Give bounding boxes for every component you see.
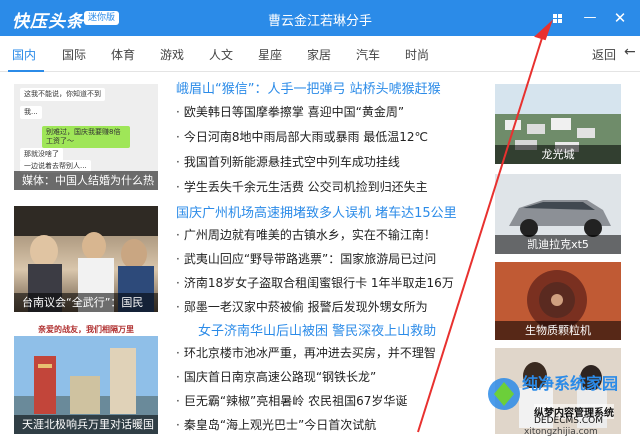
chat-bubble: 别难过，国庆我要赚8倍工资了～ xyxy=(42,126,130,148)
news-item[interactable]: · 我国首列新能源悬挂式空中列车成功挂线 xyxy=(176,153,400,170)
news-thumb-cadillac[interactable]: 凯迪拉克xt5 xyxy=(495,174,621,254)
watermark-url: xitongzhijia.com xyxy=(524,427,598,437)
news-text: 今日河南8地中雨局部大雨或暴雨 最低温12℃ xyxy=(183,130,429,144)
category-tabs: 国内 国际 体育 游戏 人文 星座 家居 汽车 时尚 返回 ← xyxy=(0,36,640,72)
news-item[interactable]: · 济南18岁女子盗取合租闺蜜银行卡 1年半取走16万 xyxy=(176,274,454,291)
headline-link[interactable]: 女子济南华山后山被困 警民深夜上山救助 xyxy=(198,320,436,339)
tab-games[interactable]: 游戏 xyxy=(160,46,184,63)
thumb-banner: 亲爱的战友，我们相隔万里 xyxy=(38,325,134,334)
news-thumb-chat[interactable]: 这我不能说，你知道不到 我... 别难过，国庆我要赚8倍工资了～ 那就没啥了 一… xyxy=(14,84,158,190)
news-text: 巨无霸“辣椒”亮相暑岭 农民祖国67岁华诞 xyxy=(183,394,408,408)
watermark-overlay-url: DEDECMS.COM xyxy=(534,416,603,426)
headline-text: 女子济南华山后山被困 警民深夜上山救助 xyxy=(198,324,437,339)
news-item[interactable]: · 国庆首日南京高速公路现“钢铁长龙” xyxy=(176,368,376,385)
news-text: 武夷山回应“野导带路逃票”：国家旅游局已过问 xyxy=(183,252,437,266)
news-item[interactable]: · 巨无霸“辣椒”亮相暑岭 农民祖国67岁华诞 xyxy=(176,392,407,409)
news-text: 学生丢失千余元生活费 公交司机捡到归还失主 xyxy=(183,180,428,194)
news-item[interactable]: · 学生丢失千余元生活费 公交司机捡到归还失主 xyxy=(176,178,428,195)
tab-horoscope[interactable]: 星座 xyxy=(258,46,282,63)
news-thumb-longguang[interactable]: 龙光城 xyxy=(495,84,621,164)
headline-link[interactable]: 国庆广州机场高速拥堵致多人误机 堵车达15公里 xyxy=(176,202,457,221)
thumb-caption: 生物质颗粒机 xyxy=(495,321,621,340)
news-item[interactable]: · 秦皇岛“海上观光巴士”今日首次试航 xyxy=(176,416,376,433)
headline-text: 国庆广州机场高速拥堵致多人误机 堵车达15公里 xyxy=(176,206,457,221)
bullet-icon: · xyxy=(176,155,180,169)
news-thumb-tower[interactable]: 亲爱的战友，我们相隔万里 天涯北极响兵万里对话暖国 xyxy=(14,322,158,434)
close-button[interactable]: ✕ xyxy=(610,8,630,28)
bullet-icon: · xyxy=(176,370,180,384)
news-item[interactable]: · 欧美韩日等国摩拳擦掌 喜迎中国“黄金周” xyxy=(176,103,404,120)
thumb-caption: 台南议会“全武行”：国民 xyxy=(14,293,158,312)
news-item[interactable]: · 广州周边就有唯美的古镇水乡，实在不输江南！ xyxy=(176,226,436,243)
grid-icon xyxy=(552,14,562,23)
bullet-icon: · xyxy=(176,394,180,408)
news-item[interactable]: · 郧墨一老汉家中菸被偷 报警后发现外甥女所为 xyxy=(176,298,428,315)
news-text: 我国首列新能源悬挂式空中列车成功挂线 xyxy=(183,155,400,169)
news-text: 秦皇岛“海上观光巴士”今日首次试航 xyxy=(183,418,377,432)
bullet-icon: · xyxy=(176,130,180,144)
tab-sports[interactable]: 体育 xyxy=(111,46,135,63)
watermark: 纯净系统家园 纵梦内容管理系统 DEDECMS.COM xitongzhijia… xyxy=(478,368,640,439)
chat-bubble: 这我不能说，你知道不到 xyxy=(20,88,105,101)
news-item[interactable]: · 环北京楼市池冰严重，再冲进去买房，并不理智 xyxy=(176,344,436,361)
news-text: 广州周边就有唯美的古镇水乡，实在不输江南！ xyxy=(183,228,436,242)
tab-humanities[interactable]: 人文 xyxy=(209,46,233,63)
tab-domestic[interactable]: 国内 xyxy=(12,46,36,63)
minimize-button[interactable]: — xyxy=(580,8,600,28)
thumb-caption: 凯迪拉克xt5 xyxy=(495,235,621,254)
news-item[interactable]: · 今日河南8地中雨局部大雨或暴雨 最低温12℃ xyxy=(176,128,428,145)
headline-text: 峨眉山“猴信”：人手一把弹弓 站桥头唬猴赶猴 xyxy=(176,82,441,97)
window-title[interactable]: 曹云金江若琳分手 xyxy=(0,10,640,29)
tab-fashion[interactable]: 时尚 xyxy=(405,46,429,63)
bullet-icon: · xyxy=(176,346,180,360)
bullet-icon: · xyxy=(176,276,180,290)
watermark-title: 纯净系统家园 xyxy=(522,374,619,393)
news-text: 济南18岁女子盗取合租闺蜜银行卡 1年半取走16万 xyxy=(183,276,454,290)
news-text: 欧美韩日等国摩拳擦掌 喜迎中国“黄金周” xyxy=(183,105,405,119)
thumb-caption: 天涯北极响兵万里对话暖国 xyxy=(14,415,158,434)
bullet-icon: · xyxy=(176,228,180,242)
site-logo-icon xyxy=(488,378,520,410)
thumb-caption: 龙光城 xyxy=(495,145,621,164)
bullet-icon: · xyxy=(176,180,180,194)
bullet-icon: · xyxy=(176,252,180,266)
active-tab-indicator xyxy=(8,70,44,72)
bullet-icon: · xyxy=(176,105,180,119)
news-item[interactable]: · 武夷山回应“野导带路逃票”：国家旅游局已过问 xyxy=(176,250,436,267)
title-bar: 快压头条 迷你版 曹云金江若琳分手 — ✕ xyxy=(0,0,640,36)
tab-international[interactable]: 国际 xyxy=(62,46,86,63)
news-text: 环北京楼市池冰严重，再冲进去买房，并不理智 xyxy=(183,346,436,360)
news-thumb-pellet-machine[interactable]: 生物质颗粒机 xyxy=(495,262,621,340)
bullet-icon: · xyxy=(176,300,180,314)
tab-cars[interactable]: 汽车 xyxy=(356,46,380,63)
back-button[interactable]: 返回 xyxy=(592,46,616,63)
tab-home[interactable]: 家居 xyxy=(307,46,331,63)
news-text: 国庆首日南京高速公路现“钢铁长龙” xyxy=(183,370,377,384)
chat-bubble: 我... xyxy=(20,106,42,119)
grid-view-button[interactable] xyxy=(547,8,567,28)
headline-link[interactable]: 峨眉山“猴信”：人手一把弹弓 站桥头唬猴赶猴 xyxy=(176,78,441,97)
news-text: 郧墨一老汉家中菸被偷 报警后发现外甥女所为 xyxy=(183,300,428,314)
news-thumb-crowd[interactable]: 台南议会“全武行”：国民 xyxy=(14,206,158,312)
bullet-icon: · xyxy=(176,418,180,432)
back-arrow-icon[interactable]: ← xyxy=(624,44,636,60)
thumb-caption: 媒体：中国人结婚为什么热 xyxy=(14,171,158,190)
